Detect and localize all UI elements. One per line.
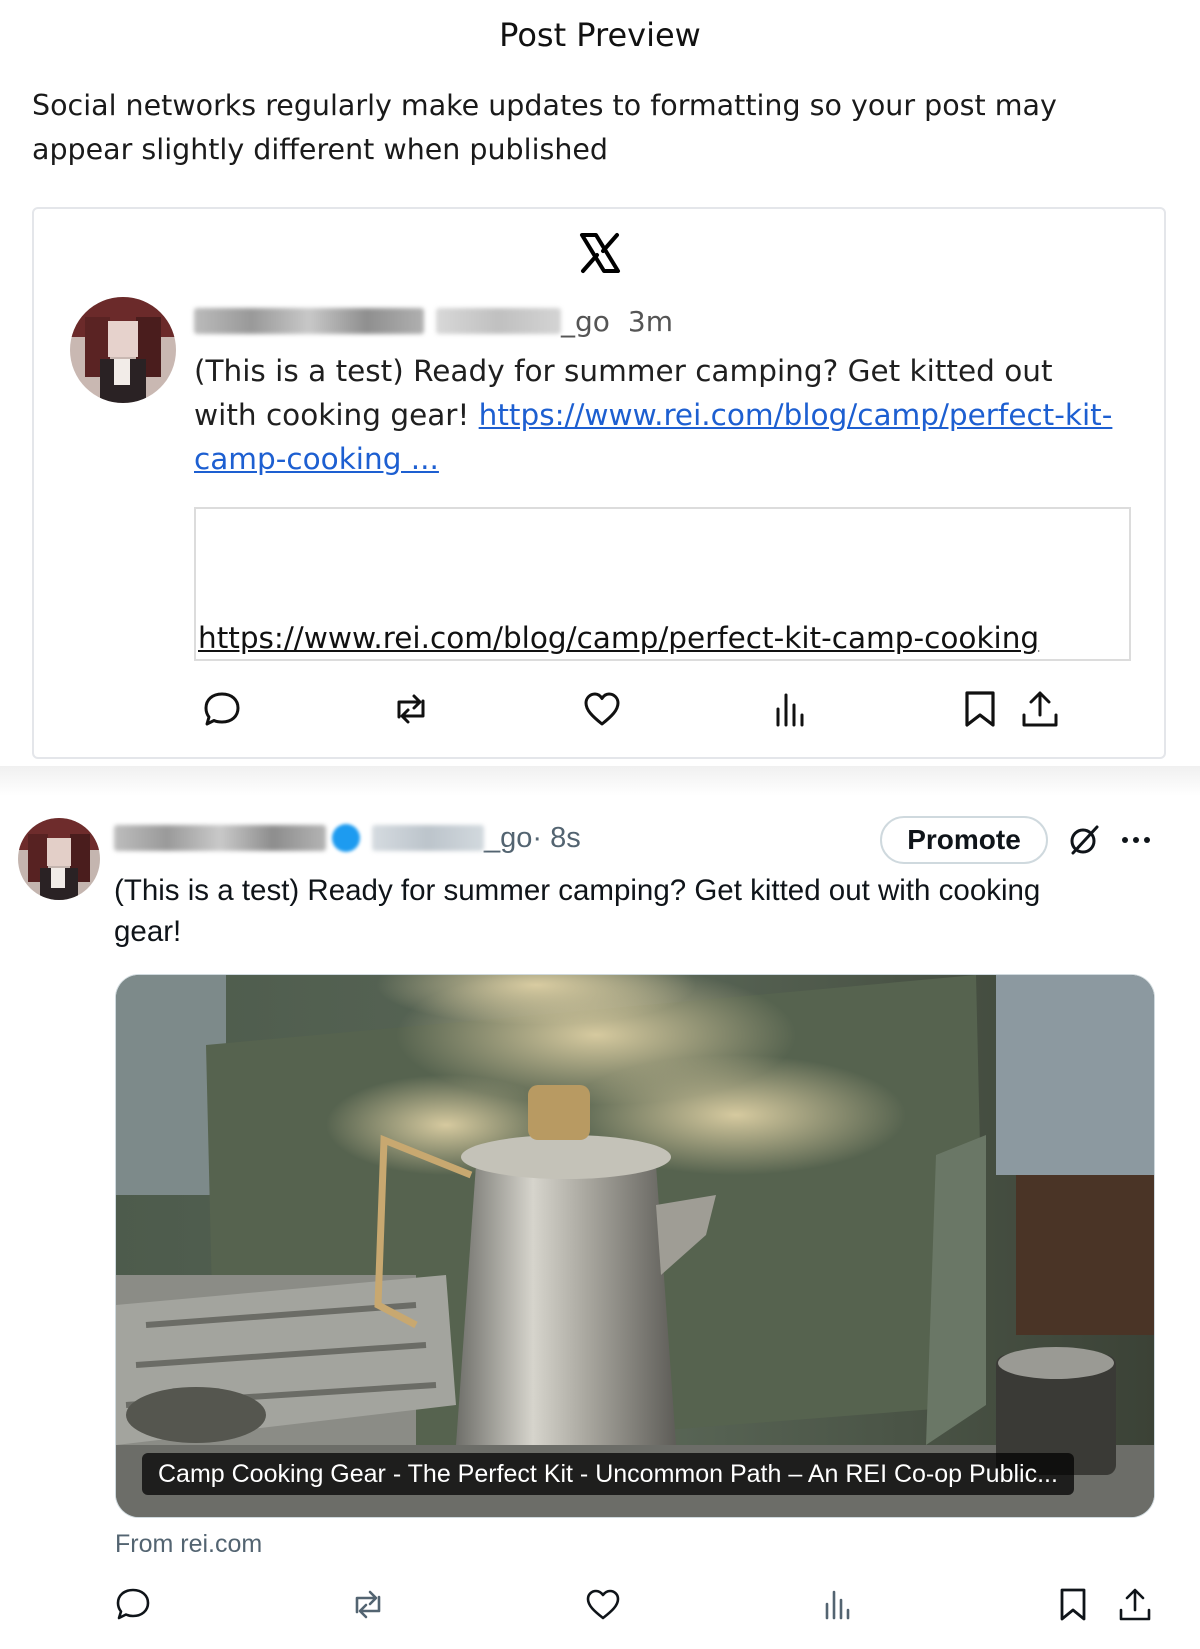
post-author-name-redacted	[114, 825, 326, 851]
verified-badge-icon	[332, 824, 360, 852]
link-source-domain[interactable]: From rei.com	[115, 1530, 262, 1559]
section-divider	[0, 766, 1200, 796]
reply-icon[interactable]	[113, 1584, 153, 1624]
post-text: (This is a test) Ready for summer campin…	[194, 354, 1113, 476]
avatar[interactable]	[70, 297, 176, 403]
post-action-bar	[0, 1584, 1200, 1634]
grok-icon[interactable]	[1066, 822, 1102, 858]
post-body-text: (This is a test) Ready for summer campin…	[114, 874, 1041, 948]
like-icon[interactable]	[580, 687, 624, 731]
post-author-row: _go · 8s	[114, 818, 581, 858]
views-icon[interactable]	[768, 687, 812, 731]
author-row: _go 3m	[194, 303, 673, 339]
post-time: 3m	[627, 304, 673, 338]
preview-description: Social networks regularly make updates t…	[32, 89, 1057, 166]
post-time: · 8s	[532, 821, 581, 854]
author-handle: _go	[561, 304, 610, 338]
repost-icon[interactable]	[389, 687, 433, 731]
bookmark-icon[interactable]	[958, 687, 1002, 731]
page-title: Post Preview	[499, 16, 701, 54]
author-handle-redacted	[436, 308, 561, 334]
repost-icon[interactable]	[348, 1584, 388, 1624]
x-logo-icon	[580, 233, 620, 273]
card-image	[116, 975, 1154, 1517]
link-preview-url[interactable]: https://www.rei.com/blog/camp/perfect-ki…	[198, 621, 1039, 655]
share-icon[interactable]	[1018, 687, 1062, 731]
preview-action-bar	[34, 687, 1164, 747]
link-card-title: Camp Cooking Gear - The Perfect Kit - Un…	[142, 1453, 1074, 1495]
preview-card: _go 3m (This is a test) Ready for summer…	[32, 207, 1166, 759]
reply-icon[interactable]	[200, 687, 244, 731]
link-card[interactable]: Camp Cooking Gear - The Perfect Kit - Un…	[115, 974, 1155, 1518]
post-author-handle-redacted	[372, 825, 484, 851]
promote-button[interactable]: Promote	[880, 816, 1048, 864]
more-options-icon[interactable]	[1118, 822, 1154, 858]
link-preview-card[interactable]: https://www.rei.com/blog/camp/perfect-ki…	[194, 507, 1131, 661]
author-name-redacted	[194, 308, 424, 334]
post-avatar[interactable]	[18, 818, 100, 900]
bookmark-icon[interactable]	[1053, 1584, 1093, 1624]
share-icon[interactable]	[1115, 1584, 1155, 1624]
post-author-handle: _go	[484, 821, 533, 854]
views-icon[interactable]	[818, 1584, 858, 1624]
like-icon[interactable]	[583, 1584, 623, 1624]
